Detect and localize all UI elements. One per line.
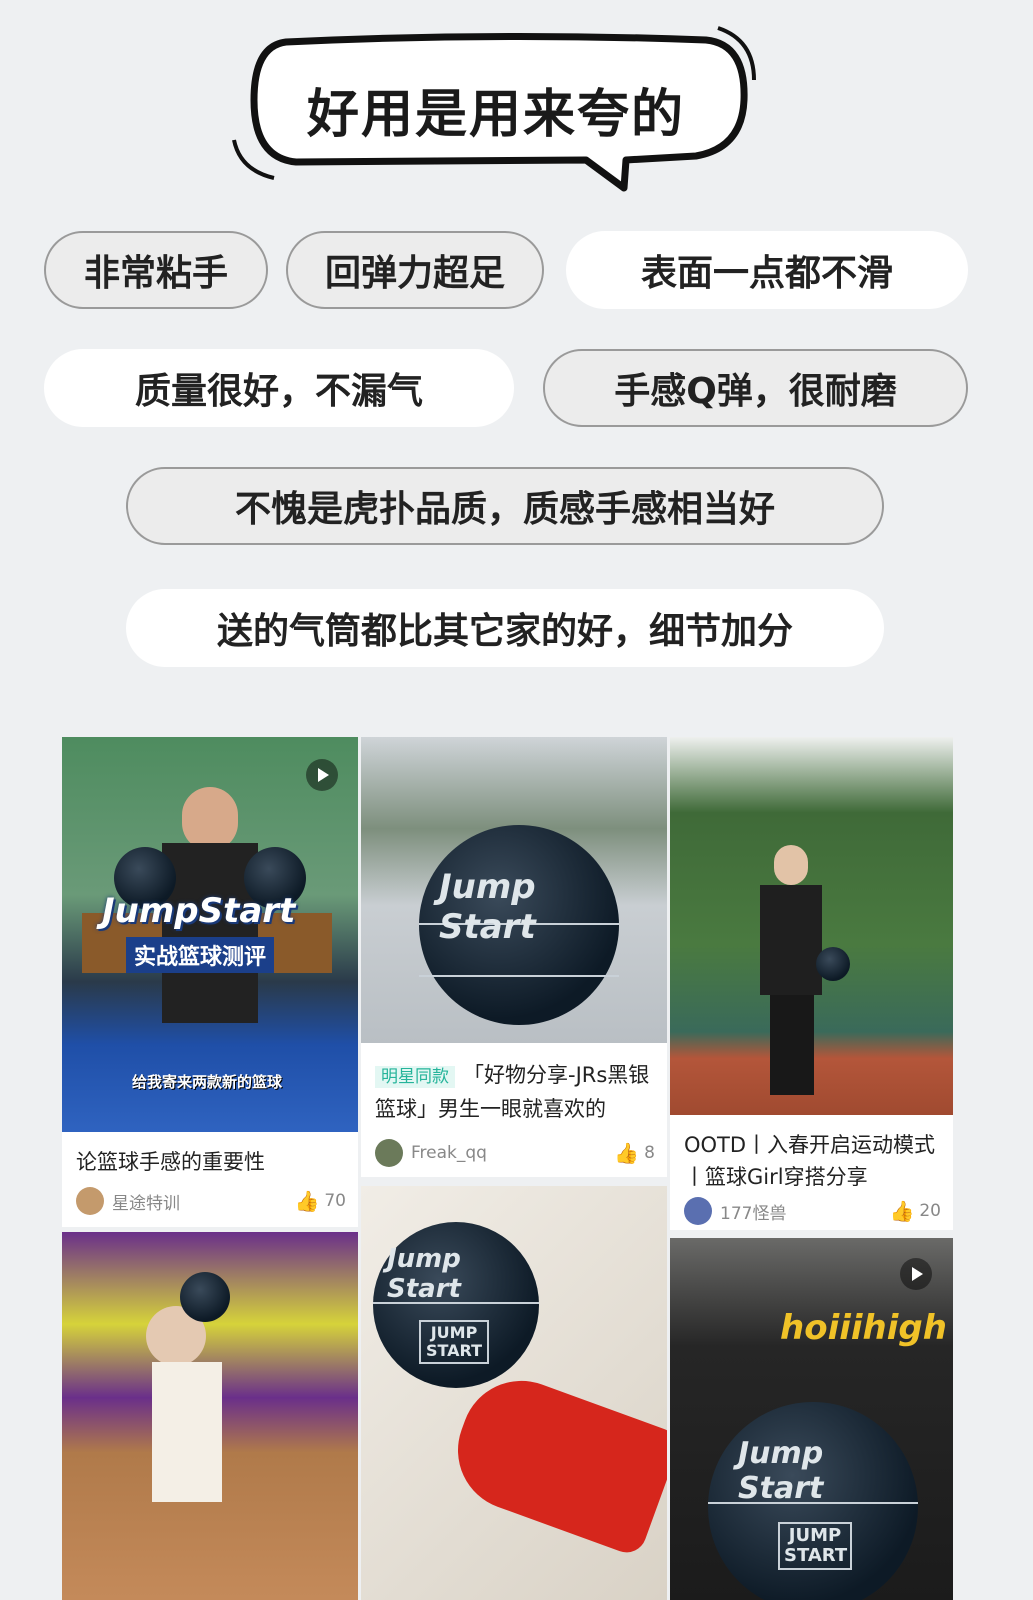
- person-legs: [770, 995, 814, 1095]
- basketball-image: Jump Start: [419, 825, 619, 1025]
- overlay-brand: JumpStart: [102, 891, 296, 931]
- post-card[interactable]: OOTD丨入春开启运动模式丨篮球Girl穿搭分享 177怪兽 👍 20: [670, 737, 953, 1230]
- avatar: [76, 1187, 104, 1215]
- thumbs-up-icon: 👍: [614, 1141, 640, 1165]
- post-image: [670, 737, 953, 1115]
- person-head: [182, 787, 238, 851]
- post-card[interactable]: hoiiihigh Jump Start JUMP START: [670, 1238, 953, 1600]
- post-card[interactable]: [62, 1232, 358, 1600]
- like-count: 70: [324, 1191, 346, 1211]
- person-body: [162, 843, 258, 1023]
- overlay-note: 给我寄来两款新的篮球: [132, 1073, 283, 1091]
- play-icon: [900, 1258, 932, 1290]
- avatar: [375, 1139, 403, 1167]
- basketball-image: Jump Start JUMP START: [373, 1222, 539, 1388]
- thumbs-up-icon: 👍: [889, 1199, 915, 1223]
- ball-label: JUMP START: [778, 1522, 852, 1570]
- post-meta: Freak_qq 👍 8: [375, 1137, 655, 1169]
- review-tag: 质量很好，不漏气: [44, 349, 514, 427]
- like-count: 20: [919, 1201, 941, 1221]
- post-meta: 177怪兽 👍 20: [684, 1195, 941, 1227]
- post-image: hoiiihigh Jump Start JUMP START: [670, 1238, 953, 1600]
- review-tag: 手感Q弹，很耐磨: [543, 349, 968, 427]
- post-card[interactable]: Jump Start 明星同款 「好物分享-JRs黑银篮球」男生一眼就喜欢的 Fr…: [361, 737, 667, 1177]
- post-card[interactable]: JumpStart 实战篮球测评 给我寄来两款新的篮球 论篮球手感的重要性 星途…: [62, 737, 358, 1227]
- post-image: JumpStart 实战篮球测评 给我寄来两款新的篮球: [62, 737, 358, 1132]
- shirt-text: hoiiihigh: [780, 1308, 947, 1348]
- person-body: [760, 885, 822, 995]
- review-tag: 回弹力超足: [286, 231, 544, 309]
- like-count: 8: [644, 1143, 655, 1163]
- ball-logo-text: Jump Start: [387, 1244, 461, 1304]
- review-tag: 表面一点都不滑: [566, 231, 968, 309]
- ball-logo-text: Jump Start: [738, 1436, 824, 1506]
- post-card[interactable]: Jump Start JUMP START: [361, 1186, 667, 1600]
- red-sneaker-image: [441, 1364, 667, 1558]
- person-head: [774, 845, 808, 885]
- post-meta: 星途特训 👍 70: [76, 1185, 346, 1217]
- overlay-subtitle: 实战篮球测评: [126, 937, 275, 973]
- post-image: Jump Start: [361, 737, 667, 1043]
- post-image: Jump Start JUMP START: [361, 1186, 667, 1600]
- post-caption: OOTD丨入春开启运动模式丨篮球Girl穿搭分享: [684, 1133, 936, 1189]
- star-same-badge: 明星同款: [375, 1066, 455, 1088]
- basketball-image: [816, 947, 850, 981]
- basketball-image: [180, 1272, 230, 1322]
- post-image: [62, 1232, 358, 1600]
- like-button[interactable]: 👍 8: [614, 1141, 655, 1165]
- person-body: [152, 1362, 222, 1502]
- ball-logo-text: Jump Start: [439, 867, 536, 947]
- author-name: 177怪兽: [720, 1203, 787, 1224]
- page-title: 好用是用来夸的: [306, 85, 685, 145]
- speech-bubble: 好用是用来夸的: [226, 20, 766, 200]
- like-button[interactable]: 👍 20: [889, 1199, 941, 1223]
- review-tag: 送的气筒都比其它家的好，细节加分: [126, 589, 884, 667]
- author-name: Freak_qq: [411, 1143, 487, 1163]
- basketball-image: Jump Start JUMP START: [708, 1402, 918, 1600]
- avatar: [684, 1197, 712, 1225]
- post-caption: 论篮球手感的重要性: [76, 1150, 265, 1174]
- post-caption: 明星同款 「好物分享-JRs黑银篮球」男生一眼就喜欢的: [375, 1059, 657, 1125]
- like-button[interactable]: 👍 70: [294, 1189, 346, 1213]
- review-tag: 非常粘手: [44, 231, 268, 309]
- thumbs-up-icon: 👍: [294, 1189, 320, 1213]
- play-icon: [306, 759, 338, 791]
- author-name: 星途特训: [112, 1193, 180, 1214]
- review-tag: 不愧是虎扑品质，质感手感相当好: [126, 467, 884, 545]
- ball-label: JUMP START: [419, 1320, 489, 1364]
